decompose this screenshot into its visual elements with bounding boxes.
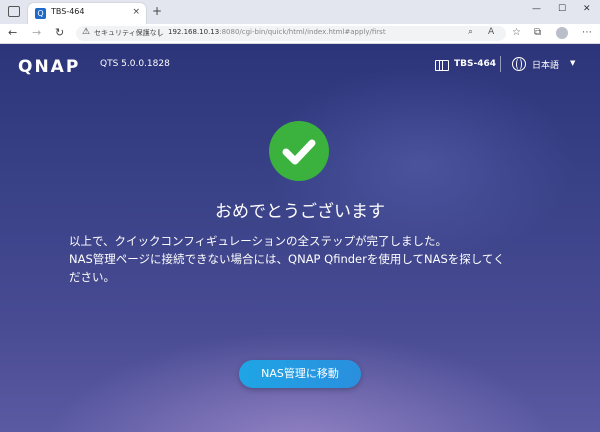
qnap-logo: QNAP — [18, 57, 81, 77]
back-icon[interactable]: ← — [8, 26, 17, 39]
language-selector[interactable]: 日本語 — [532, 58, 559, 71]
message-line: ださい。 — [69, 270, 115, 284]
success-check-icon — [269, 121, 329, 181]
url-separator: | — [158, 28, 161, 37]
nas-device-icon — [435, 60, 449, 71]
tab-title: TBS-464 — [51, 7, 85, 16]
address-bar: ← → ↻ ⚠ セキュリティ保護なし | 192.168.10.13:8080/… — [0, 24, 600, 44]
header-divider — [500, 56, 501, 72]
url-field[interactable]: ⚠ セキュリティ保護なし | 192.168.10.13:8080/cgi-bi… — [76, 26, 506, 41]
profile-avatar[interactable] — [556, 27, 568, 39]
go-to-nas-management-button[interactable]: NAS管理に移動 — [239, 360, 361, 388]
minimize-icon[interactable]: — — [532, 4, 541, 14]
tab-close-icon[interactable]: × — [132, 7, 140, 17]
message-line: NAS管理ページに接続できない場合には、QNAP Qfinderを使用してNAS… — [69, 252, 505, 266]
favorite-star-icon[interactable]: ☆ — [512, 27, 521, 38]
reload-icon[interactable]: ↻ — [55, 26, 64, 39]
model-name: TBS-464 — [454, 59, 497, 69]
security-label[interactable]: セキュリティ保護なし — [94, 28, 164, 38]
forward-icon[interactable]: → — [32, 26, 41, 39]
page-content: QNAP QTS 5.0.0.1828 TBS-464 日本語 ▼ おめでとうご… — [0, 44, 600, 432]
page-title: おめでとうございます — [215, 202, 385, 222]
maximize-icon[interactable]: ☐ — [558, 4, 566, 14]
globe-icon[interactable] — [512, 57, 526, 71]
version-label: QTS 5.0.0.1828 — [100, 59, 170, 69]
read-aloud-icon[interactable]: A — [488, 27, 494, 37]
url-text[interactable]: 192.168.10.13:8080/cgi-bin/quick/html/in… — [168, 28, 386, 36]
more-menu-icon[interactable]: ⋯ — [582, 27, 592, 38]
message-line: 以上で、クイックコンフィギュレーションの全ステップが完了しました。 — [69, 234, 448, 248]
new-tab-button[interactable]: + — [152, 4, 162, 18]
chevron-down-icon[interactable]: ▼ — [570, 59, 575, 67]
window-close-icon[interactable]: ✕ — [583, 4, 591, 14]
qnap-favicon-icon: Q — [35, 8, 46, 19]
warning-icon[interactable]: ⚠ — [82, 27, 90, 37]
completion-message: 以上で、クイックコンフィギュレーションの全ステップが完了しました。 NAS管理ペ… — [69, 232, 539, 286]
tab-strip: Q TBS-464 × + — ☐ ✕ — [0, 0, 600, 25]
tab-actions-icon[interactable] — [8, 6, 20, 17]
search-icon[interactable]: ⌕ — [468, 27, 473, 37]
browser-tab[interactable]: Q TBS-464 × — [28, 3, 146, 24]
collections-icon[interactable]: ⧉ — [534, 27, 541, 38]
browser-window: Q TBS-464 × + — ☐ ✕ ← → ↻ ⚠ セキュリティ保護なし |… — [0, 0, 600, 432]
